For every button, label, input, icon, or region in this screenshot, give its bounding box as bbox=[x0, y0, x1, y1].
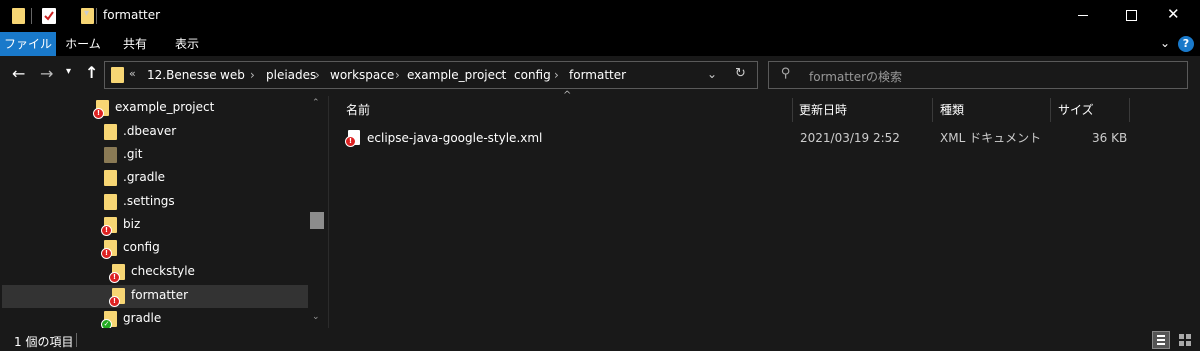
file-size: 36 KB bbox=[1092, 131, 1128, 145]
breadcrumb-separator[interactable]: › bbox=[395, 68, 400, 82]
minimize-icon[interactable] bbox=[1078, 15, 1088, 16]
scroll-down-icon[interactable]: ⌄ bbox=[312, 312, 320, 322]
breadcrumb-formatter[interactable]: formatter bbox=[569, 68, 626, 82]
tree-item-dbeaver[interactable]: .dbeaver bbox=[104, 120, 176, 143]
folder-git-icon: ! bbox=[109, 263, 125, 283]
breadcrumb-separator[interactable]: › bbox=[205, 68, 210, 82]
details-view-icon[interactable] bbox=[1152, 331, 1170, 349]
tree-item-config[interactable]: ! config bbox=[101, 236, 160, 259]
tree-item-label: checkstyle bbox=[131, 264, 195, 278]
file-name: eclipse-java-google-style.xml bbox=[367, 131, 543, 145]
large-icons-view-icon[interactable] bbox=[1176, 331, 1194, 349]
file-modified: 2021/03/19 2:52 bbox=[800, 131, 900, 145]
tree-item-label: .settings bbox=[123, 194, 175, 208]
file-type: XML ドキュメント bbox=[940, 131, 1042, 145]
item-count: 1 個の項目 bbox=[14, 335, 74, 349]
scrollbar-thumb[interactable] bbox=[310, 212, 324, 229]
maximize-icon[interactable] bbox=[1126, 10, 1137, 21]
tree-item-label: example_project bbox=[115, 100, 215, 114]
folder-icon bbox=[104, 123, 117, 140]
xml-file-icon: ! bbox=[345, 130, 360, 147]
breadcrumb-web[interactable]: web bbox=[220, 68, 245, 82]
tree-item-settings[interactable]: .settings bbox=[104, 190, 175, 213]
folder-git-ok-icon: ✓ bbox=[101, 310, 117, 330]
tree-item-example-project[interactable]: ! example_project bbox=[93, 96, 215, 119]
close-icon[interactable]: ✕ bbox=[1167, 5, 1180, 23]
search-input[interactable]: formatterの検索 bbox=[809, 68, 902, 85]
folder-icon bbox=[111, 67, 124, 83]
up-arrow-icon[interactable]: ↑ bbox=[85, 63, 98, 82]
tab-home[interactable]: ホーム bbox=[60, 32, 106, 56]
sort-ascending-icon: ^ bbox=[563, 90, 572, 101]
status-bar: 1 個の項目 bbox=[0, 328, 1200, 352]
address-dropdown-icon[interactable]: ⌄ bbox=[707, 67, 717, 81]
tree-item-label: .dbeaver bbox=[123, 124, 177, 138]
title-bar: ▾ formatter ✕ bbox=[0, 0, 1200, 32]
tab-file[interactable]: ファイル bbox=[0, 32, 56, 56]
tree-item-label: config bbox=[123, 240, 160, 254]
column-header-name[interactable]: 名前 bbox=[346, 98, 370, 122]
search-icon: ⚲ bbox=[781, 66, 791, 81]
ribbon: ファイル ホーム 共有 表示 ⌄ ? bbox=[0, 32, 1200, 56]
column-header-type[interactable]: 種類 bbox=[940, 98, 964, 122]
folder-icon bbox=[104, 193, 117, 210]
customize-toolbar-icon[interactable]: ▾ bbox=[84, 8, 89, 19]
separator bbox=[76, 333, 77, 347]
tab-view[interactable]: 表示 bbox=[164, 32, 210, 56]
breadcrumb-separator[interactable]: › bbox=[250, 68, 255, 82]
tree-item-label: .gradle bbox=[123, 170, 166, 184]
pane-divider[interactable] bbox=[328, 96, 329, 328]
forward-arrow-icon[interactable]: → bbox=[40, 64, 53, 83]
folder-icon bbox=[12, 8, 25, 24]
column-separator[interactable] bbox=[792, 98, 793, 122]
breadcrumb-example-project[interactable]: example_project bbox=[407, 68, 506, 82]
tree-item-label: .git bbox=[123, 147, 143, 161]
tab-share[interactable]: 共有 bbox=[112, 32, 158, 56]
tree-item-gradle-dot[interactable]: .gradle bbox=[104, 166, 165, 189]
refresh-icon[interactable]: ↻ bbox=[735, 66, 746, 81]
folder-git-icon: ! bbox=[93, 99, 109, 119]
breadcrumb-workspace[interactable]: workspace bbox=[330, 68, 394, 82]
column-header-modified[interactable]: 更新日時 bbox=[799, 98, 847, 122]
breadcrumb-overflow[interactable]: « bbox=[129, 67, 136, 80]
column-header-size[interactable]: サイズ bbox=[1058, 98, 1094, 122]
column-separator[interactable] bbox=[1129, 98, 1130, 122]
folder-git-icon: ! bbox=[109, 287, 125, 307]
separator bbox=[96, 8, 97, 24]
breadcrumb-separator[interactable]: › bbox=[500, 68, 505, 82]
breadcrumb-separator[interactable]: › bbox=[315, 68, 320, 82]
tree-item-label: biz bbox=[123, 217, 141, 231]
address-bar[interactable]: « 12.Benesse › web › pleiades › workspac… bbox=[104, 61, 758, 89]
column-separator[interactable] bbox=[1050, 98, 1051, 122]
column-separator[interactable] bbox=[932, 98, 933, 122]
tree-item-biz[interactable]: ! biz bbox=[101, 213, 141, 236]
breadcrumb-pleiades[interactable]: pleiades bbox=[266, 68, 316, 82]
bottom-edge bbox=[0, 351, 1200, 355]
tree-item-formatter[interactable]: ! formatter bbox=[109, 284, 189, 307]
folder-hidden-icon bbox=[104, 146, 117, 163]
folder-git-icon: ! bbox=[101, 239, 117, 259]
tree-item-gradle[interactable]: ✓ gradle bbox=[101, 307, 162, 330]
search-box[interactable]: ⚲ formatterの検索 bbox=[768, 61, 1188, 89]
properties-icon[interactable] bbox=[42, 8, 56, 24]
back-arrow-icon[interactable]: ← bbox=[12, 64, 25, 83]
breadcrumb-config[interactable]: config bbox=[514, 68, 551, 82]
separator bbox=[31, 8, 32, 24]
help-icon[interactable]: ? bbox=[1178, 36, 1194, 52]
scroll-up-icon[interactable]: ⌃ bbox=[312, 98, 320, 108]
tree-item-checkstyle[interactable]: ! checkstyle bbox=[109, 260, 195, 283]
tree-item-label: gradle bbox=[123, 311, 162, 325]
folder-git-icon: ! bbox=[101, 216, 117, 236]
folder-icon bbox=[104, 169, 117, 186]
tree-item-label: formatter bbox=[131, 288, 189, 302]
expand-ribbon-icon[interactable]: ⌄ bbox=[1160, 36, 1170, 50]
tree-item-git[interactable]: .git bbox=[104, 143, 142, 166]
window-title: formatter bbox=[103, 8, 161, 22]
recent-locations-icon[interactable]: ▾ bbox=[66, 66, 71, 77]
breadcrumb-separator[interactable]: › bbox=[554, 68, 559, 82]
